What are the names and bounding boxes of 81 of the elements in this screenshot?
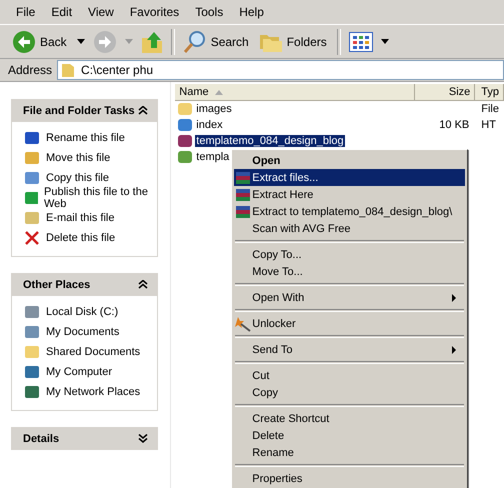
menu-item[interactable]: Properties [234, 470, 466, 487]
views-icon[interactable] [348, 32, 373, 52]
menu-item[interactable]: Move To... [234, 263, 466, 280]
menu-item[interactable]: Delete [234, 427, 466, 444]
task-icon [24, 190, 38, 206]
column-header[interactable]: Typ [475, 84, 504, 100]
task-link[interactable]: My Network Places [46, 386, 140, 398]
menu-item[interactable]: Help [231, 5, 272, 19]
file-name[interactable]: index [195, 119, 224, 131]
file-icon [177, 101, 194, 117]
file-icon [177, 117, 194, 133]
expand-chevron-icon[interactable] [138, 434, 148, 443]
column-header[interactable]: Name [175, 84, 416, 100]
menu-item[interactable]: File [8, 5, 44, 19]
menu-item[interactable]: Copy [234, 384, 466, 401]
books-icon [235, 204, 252, 220]
task-link[interactable]: Local Disk (C:) [46, 306, 118, 318]
task-link[interactable]: My Documents [46, 326, 120, 338]
task-icon [24, 364, 40, 380]
menu-item[interactable]: Favorites [122, 5, 188, 19]
task-link[interactable]: E-mail this file [46, 212, 114, 224]
address-label: Address [8, 63, 54, 77]
column-header[interactable]: Size [415, 84, 476, 100]
task-link[interactable]: Publish this file to the Web [44, 186, 158, 210]
address-field[interactable]: C:\center phu [57, 60, 504, 80]
task-link[interactable]: Move this file [46, 152, 110, 164]
task-icon [24, 324, 40, 340]
task-link[interactable]: Rename this file [46, 132, 125, 144]
menu-item[interactable]: Extract files... [234, 169, 466, 186]
file-name[interactable]: images [195, 103, 233, 115]
collapse-chevron-icon[interactable] [138, 280, 148, 289]
menu-item[interactable]: View [80, 5, 122, 19]
task-link[interactable]: Delete this file [46, 232, 116, 244]
folder-icon [24, 344, 40, 360]
back-button[interactable]: Back [8, 28, 73, 56]
books-icon [235, 170, 252, 186]
folder-icon [61, 62, 76, 78]
file-icon [177, 149, 194, 165]
task-icon [24, 210, 40, 226]
file-name[interactable]: templatemo_084_design_blog [195, 135, 345, 147]
caret-icon[interactable] [76, 38, 85, 44]
menu-item[interactable]: Create Shortcut [234, 410, 466, 427]
menu-item[interactable]: Unlocker [234, 315, 466, 332]
menu-item[interactable]: Edit [43, 5, 80, 19]
task-icon [24, 150, 40, 166]
menu-item[interactable]: Tools [187, 5, 232, 19]
file-name[interactable]: templa [195, 151, 230, 163]
sort-arrow-icon [214, 90, 223, 94]
caret-icon[interactable] [380, 38, 389, 44]
menu-item[interactable]: Send To [234, 341, 466, 358]
search-icon [182, 30, 207, 54]
menu-item[interactable]: Copy To... [234, 246, 466, 263]
task-icon [24, 130, 40, 146]
file-type: HT [481, 119, 496, 131]
collapse-chevron-icon[interactable] [138, 106, 148, 115]
menu-item[interactable]: Extract Here [234, 186, 466, 203]
folders-button[interactable]: Folders [254, 28, 333, 56]
task-icon [24, 384, 40, 400]
panel-header[interactable]: Details [11, 427, 158, 450]
task-link[interactable]: Shared Documents [46, 346, 140, 358]
submenu-arrow-icon [452, 294, 458, 302]
menu-item[interactable]: Open With [234, 289, 466, 306]
menu-item[interactable]: Cut [234, 367, 466, 384]
task-icon [24, 304, 40, 320]
menu-item[interactable]: Scan with AVG Free [234, 220, 466, 237]
task-icon [24, 170, 40, 186]
books-icon [235, 186, 252, 202]
file-size: 10 KB [439, 119, 470, 131]
menu-item[interactable]: Extract to templatemo_084_design_blog\ [234, 203, 466, 220]
submenu-arrow-icon [452, 346, 458, 354]
cross-icon [24, 230, 40, 246]
search-button[interactable]: Search [178, 28, 255, 56]
panel-header[interactable]: Other Places [11, 273, 158, 296]
menu-item[interactable]: Open [234, 152, 466, 169]
file-icon [177, 133, 194, 149]
task-link[interactable]: Copy this file [46, 172, 109, 184]
menu-item[interactable]: Rename [234, 444, 466, 461]
file-type: File [481, 103, 499, 115]
task-link[interactable]: My Computer [46, 366, 112, 378]
star-wand-icon [235, 316, 252, 332]
panel-header[interactable]: File and Folder Tasks [11, 99, 158, 122]
